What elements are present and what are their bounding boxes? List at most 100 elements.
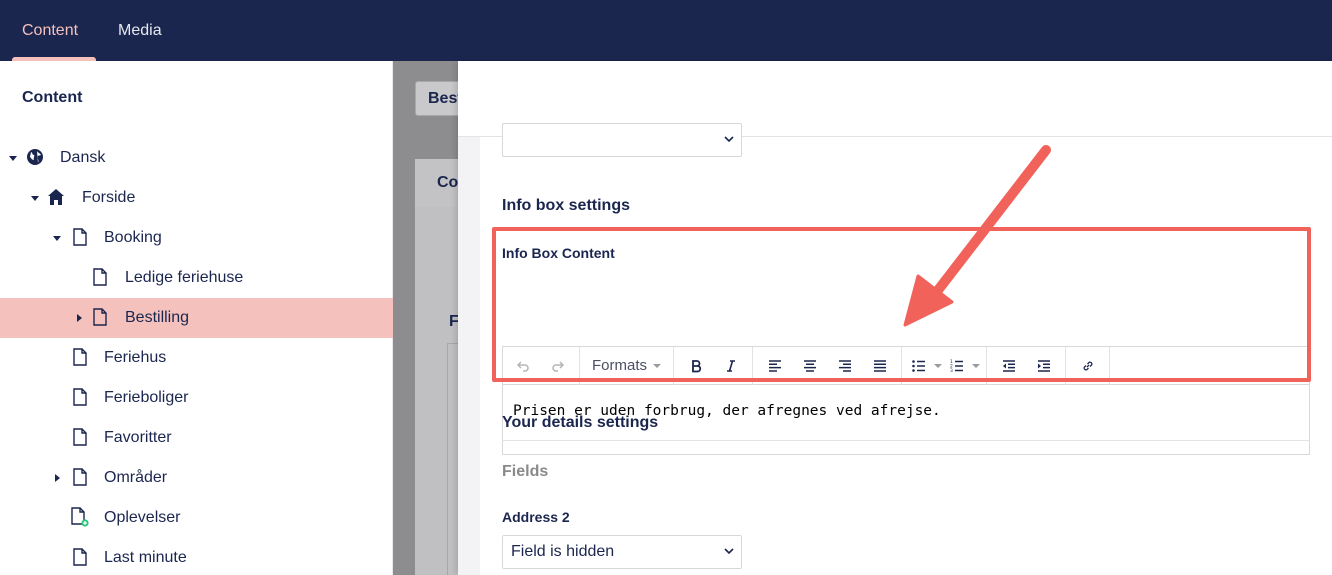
tree-node-label: Bestilling	[125, 309, 190, 326]
tree-node-label: Favoritter	[104, 429, 172, 446]
document-icon	[71, 548, 89, 566]
formats-label: Formats	[592, 357, 648, 374]
redo-button[interactable]	[540, 351, 575, 381]
align-center-button[interactable]	[792, 351, 827, 381]
tree-node-forside[interactable]: Forside	[0, 178, 393, 218]
info-box-rich-text-editor[interactable]: Formats 1 2 3 Prisen er uden forbrug, de…	[502, 346, 1310, 455]
alignment-group	[753, 346, 903, 385]
chevron-down-icon	[724, 136, 734, 143]
content-tree: Dansk Forside Booking Ledige feriehuse Besti…	[0, 138, 393, 575]
home-icon	[47, 188, 65, 206]
document-icon	[71, 348, 89, 366]
indent-icon	[1037, 359, 1050, 372]
outdent-button[interactable]	[991, 351, 1026, 381]
outdent-icon	[1002, 359, 1015, 372]
settings-overlay: Info box settings Info Box Content Forma…	[458, 61, 1332, 575]
document-plus-icon	[71, 507, 89, 527]
address-2-select-value: Field is hidden	[511, 543, 615, 560]
tree-node-label: Oplevelser	[104, 509, 181, 526]
tree-node-favoritter[interactable]: Favoritter	[0, 418, 393, 458]
section-tab-media[interactable]: Media	[98, 0, 182, 61]
info-box-content-label: Info Box Content	[502, 245, 615, 261]
bullet-list-icon	[912, 359, 926, 372]
caret-down-icon[interactable]	[52, 233, 62, 243]
text-style-group	[674, 346, 754, 385]
indent-group	[987, 346, 1067, 385]
align-right-icon	[838, 359, 851, 372]
align-left-button[interactable]	[757, 351, 792, 381]
document-icon	[91, 268, 109, 286]
caret-right-icon[interactable]	[52, 473, 62, 483]
bullet-list-main[interactable]	[906, 351, 932, 381]
tree-node-label: Ferieboliger	[104, 389, 189, 406]
globe-icon	[26, 148, 44, 166]
tree-node-ledige-feriehuse[interactable]: Ledige feriehuse	[0, 258, 393, 298]
undo-icon	[516, 360, 529, 372]
caret-down-icon[interactable]	[8, 153, 18, 163]
tree-node-områder[interactable]: Områder	[0, 458, 393, 498]
details-section-title: Your details settings	[502, 414, 659, 431]
top-header: Content Media	[0, 0, 1332, 61]
document-icon	[71, 228, 89, 246]
address-2-label: Address 2	[502, 509, 570, 525]
link-icon	[1083, 361, 1092, 370]
info-box-section-title: Info box settings	[502, 197, 630, 214]
overlay-body: Info box settings Info Box Content Forma…	[480, 123, 1332, 575]
tree-node-label: Feriehus	[104, 349, 167, 366]
address-2-select[interactable]: Field is hidden	[502, 535, 742, 569]
caret-down-icon	[653, 363, 662, 368]
document-icon	[91, 308, 109, 326]
redo-icon	[551, 360, 564, 372]
fields-group-title: Fields	[502, 463, 549, 480]
tree-node-feriehus[interactable]: Feriehus	[0, 338, 393, 378]
numbered-list-main[interactable]: 123	[944, 351, 970, 381]
formats-group: Formats	[580, 346, 675, 385]
tree-node-last-minute[interactable]: Last minute	[0, 538, 393, 575]
content-sidebar: Content Dansk Forside Booking Ledige ferieh…	[0, 61, 393, 575]
tree-node-label: Booking	[104, 229, 162, 246]
bullet-list-caret-icon[interactable]	[932, 364, 944, 368]
tree-node-label: Områder	[104, 469, 168, 486]
numbered-list-caret-icon[interactable]	[970, 364, 982, 368]
section-tab-content[interactable]: Content	[2, 0, 98, 61]
tree-node-label: Dansk	[60, 149, 106, 166]
tree-node-oplevelser[interactable]: Oplevelser	[0, 498, 393, 538]
document-icon	[71, 428, 89, 446]
document-icon	[71, 468, 89, 486]
formats-dropdown[interactable]: Formats	[584, 351, 669, 381]
caret-down-icon[interactable]	[30, 193, 40, 203]
svg-text:3: 3	[950, 368, 953, 372]
bold-icon	[691, 359, 701, 372]
align-justify-icon	[873, 359, 886, 372]
align-left-icon	[768, 359, 781, 372]
tree-node-label: Last minute	[104, 549, 187, 566]
indent-button[interactable]	[1026, 351, 1061, 381]
tree-node-label: Ledige feriehuse	[125, 269, 244, 286]
rte-toolbar: Formats 1 2 3	[503, 346, 1309, 385]
caret-right-icon[interactable]	[74, 313, 84, 323]
document-icon	[71, 388, 89, 406]
section-nav: Content Media	[0, 0, 1332, 61]
align-justify-button[interactable]	[862, 351, 897, 381]
list-group: 123	[902, 346, 988, 385]
tree-node-booking[interactable]: Booking	[0, 218, 393, 258]
top-select[interactable]	[502, 123, 742, 157]
sidebar-title: Content	[22, 89, 83, 106]
link-button[interactable]	[1070, 351, 1105, 381]
numbered-list-button[interactable]: 123	[944, 351, 982, 381]
tree-node-bestilling[interactable]: Bestilling	[0, 298, 393, 338]
italic-icon	[726, 359, 735, 372]
tree-node-dansk[interactable]: Dansk	[0, 138, 393, 178]
tree-node-label: Forside	[82, 189, 136, 206]
link-group	[1066, 346, 1111, 385]
details-divider	[502, 440, 1310, 441]
undo-button[interactable]	[505, 351, 540, 381]
chevron-down-icon	[724, 548, 734, 555]
align-right-button[interactable]	[827, 351, 862, 381]
bold-button[interactable]	[678, 351, 713, 381]
tree-node-ferieboliger[interactable]: Ferieboliger	[0, 378, 393, 418]
numbered-list-icon: 123	[950, 359, 964, 372]
align-center-icon	[803, 359, 816, 372]
italic-button[interactable]	[713, 351, 748, 381]
bullet-list-button[interactable]	[906, 351, 944, 381]
